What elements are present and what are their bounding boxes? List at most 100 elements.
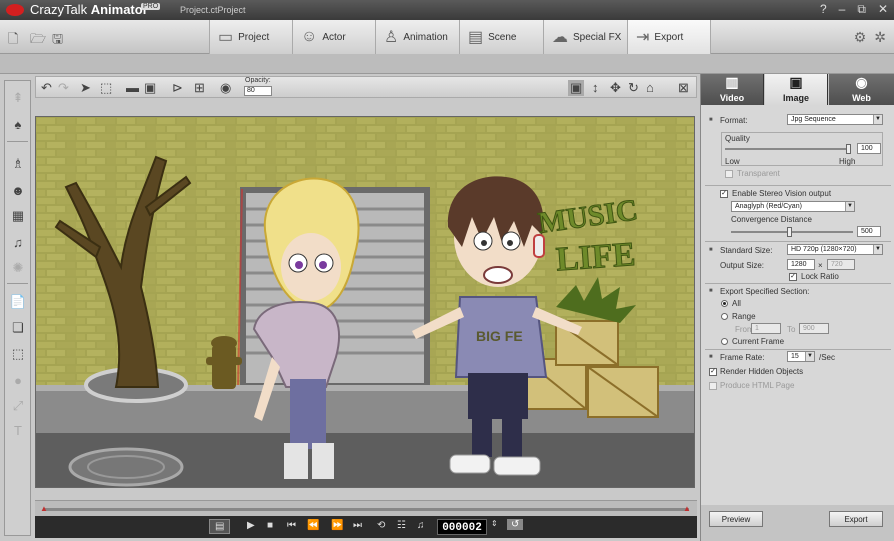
tab-image[interactable]: ▣ Image	[765, 74, 828, 105]
layer-icon[interactable]: ▬	[126, 80, 139, 95]
align-icon[interactable]: ⊞	[194, 80, 205, 96]
export-button[interactable]: Export	[829, 511, 883, 527]
previous-frame-button[interactable]: ⏪	[307, 520, 319, 531]
range-radio[interactable]	[721, 313, 728, 320]
actor-pin-icon[interactable]: ⇞	[9, 89, 27, 107]
transform-icon[interactable]: ⤢	[9, 397, 27, 415]
frame-counter[interactable]: 000002	[437, 519, 487, 535]
close-button[interactable]: ✕	[878, 2, 888, 17]
record-icon[interactable]: ●	[9, 371, 27, 389]
sound-fx-icon[interactable]: ✺	[9, 259, 27, 277]
produce-html-checkbox[interactable]	[709, 382, 717, 390]
tab-scene[interactable]: ▤ Scene	[459, 20, 543, 54]
face-icon[interactable]: ☻	[9, 181, 27, 199]
fit-view-icon[interactable]: ⊠	[678, 80, 689, 96]
chevron-down-icon: ▼	[805, 352, 814, 361]
text-icon[interactable]: T	[9, 421, 27, 439]
graffiti-life: LIFE	[555, 236, 637, 278]
loop-icon[interactable]: ⟲	[377, 520, 385, 531]
rotate-icon[interactable]: ↻	[628, 80, 639, 96]
first-frame-button[interactable]: ⏮	[287, 520, 296, 531]
tab-actor[interactable]: ☺ Actor	[292, 20, 375, 54]
export-panel: ▥ Video ▣ Image ◉ Web ■ Format: Jpg Sequenc…	[700, 74, 894, 541]
quality-slider[interactable]	[725, 144, 851, 154]
timeline-start-marker[interactable]: ▲	[40, 504, 48, 513]
tab-video[interactable]: ▥ Video	[701, 74, 764, 105]
flip-icon[interactable]: ⊳	[172, 80, 183, 96]
all-radio[interactable]	[721, 300, 728, 307]
tab-special-fx[interactable]: ☁ Special FX	[543, 20, 627, 54]
range-from-input[interactable]: 1	[751, 323, 781, 334]
tab-web[interactable]: ◉ Web	[829, 74, 894, 105]
new-file-icon[interactable]: 🗋	[8, 30, 18, 52]
quality-value[interactable]: 100	[857, 143, 881, 154]
stereo-vision-checkbox[interactable]: ✓	[720, 190, 728, 198]
format-value: Jpg Sequence	[791, 116, 836, 123]
chevron-down-icon: ▼	[845, 202, 854, 211]
redo-icon[interactable]: ↷	[58, 80, 69, 96]
tab-project[interactable]: ▭ Project	[209, 20, 292, 54]
format-select[interactable]: Jpg Sequence ▼	[787, 114, 883, 125]
tab-export[interactable]: ⇥ Export	[627, 20, 711, 54]
script-icon[interactable]: 📄	[9, 293, 27, 311]
music-note-icon[interactable]: ♫	[417, 520, 425, 531]
stack-icon[interactable]: ❏	[9, 319, 27, 337]
timeline-end-marker[interactable]: ▲	[683, 504, 691, 513]
tab-label: Export	[654, 31, 684, 43]
move-icon[interactable]: ✥	[610, 80, 621, 96]
play-button[interactable]: ▶	[247, 520, 255, 531]
project-filename: Project.ctProject	[180, 5, 246, 15]
convergence-slider-knob[interactable]	[787, 227, 792, 237]
render-hidden-label: Render Hidden Objects	[720, 367, 804, 376]
stage-canvas[interactable]: BIG FE MUSIC LIFE	[35, 116, 695, 488]
stereo-mode-select[interactable]: Anaglyph (Red/Cyan) ▼	[731, 201, 855, 212]
gear-icon[interactable]: ✲	[874, 29, 886, 46]
timeline-track[interactable]	[43, 508, 689, 511]
range-to-input[interactable]: 900	[799, 323, 829, 334]
opacity-select[interactable]: 80	[244, 86, 272, 96]
camera-icon[interactable]: ▣	[568, 80, 585, 96]
refresh-icon[interactable]: ↺	[507, 519, 524, 530]
standard-size-select[interactable]: HD 720p (1280×720) ▼	[787, 244, 883, 255]
output-height-input[interactable]: 720	[827, 259, 855, 270]
layout-icon[interactable]: ▦	[9, 207, 27, 225]
preview-button[interactable]: Preview	[709, 511, 763, 527]
group-icon[interactable]: ▣	[144, 80, 156, 96]
timeline[interactable]: ▲ ▲	[35, 500, 697, 516]
tree-prop-icon[interactable]: ♠	[9, 115, 27, 133]
resources-icon[interactable]: ⚙	[854, 29, 867, 46]
render-hidden-checkbox[interactable]: ✓	[709, 368, 717, 376]
frame-rate-select[interactable]: 15 ▼	[787, 351, 815, 362]
restore-button[interactable]: ⧉	[857, 2, 866, 17]
save-icon[interactable]: 🖫	[52, 30, 63, 52]
eye-icon[interactable]: ◉	[220, 80, 231, 96]
image-settings: ■ Format: Jpg Sequence ▼ Quality 100 Low …	[701, 105, 894, 505]
character-icon[interactable]: ♗	[9, 155, 27, 173]
undo-icon[interactable]: ↶	[41, 80, 52, 96]
last-frame-button[interactable]: ⏭	[353, 520, 362, 531]
lock-ratio-checkbox[interactable]: ✓	[789, 273, 797, 281]
convergence-value[interactable]: 500	[857, 226, 881, 237]
transparent-checkbox[interactable]	[725, 170, 733, 178]
stop-button[interactable]: ■	[267, 520, 273, 531]
frame-spinner-icon[interactable]: ⇕	[491, 519, 498, 528]
timeline-toggle-icon[interactable]: ▤	[209, 519, 231, 534]
open-file-icon[interactable]: 🗁	[30, 30, 46, 52]
home-icon[interactable]: ⌂	[646, 80, 654, 95]
select-actor-icon[interactable]: ⬚	[9, 345, 27, 363]
help-button[interactable]: ?	[820, 2, 827, 17]
shirt-text: BIG FE	[476, 328, 523, 344]
audio-settings-icon[interactable]: ☷	[397, 520, 406, 531]
convergence-slider[interactable]	[731, 227, 853, 237]
minimize-button[interactable]: –	[839, 2, 846, 17]
tab-animation[interactable]: ♙ Animation	[375, 20, 459, 54]
music-icon[interactable]: ♫	[9, 233, 27, 251]
next-frame-button[interactable]: ⏩	[331, 520, 343, 531]
marquee-icon[interactable]: ⬚	[100, 80, 112, 96]
move-vertical-icon[interactable]: ↕	[592, 80, 599, 95]
current-frame-radio[interactable]	[721, 338, 728, 345]
select-arrow-icon[interactable]: ➤	[80, 80, 91, 96]
output-width-input[interactable]: 1280	[787, 259, 815, 270]
quality-slider-knob[interactable]	[846, 144, 851, 154]
output-size-separator: ×	[818, 261, 823, 270]
